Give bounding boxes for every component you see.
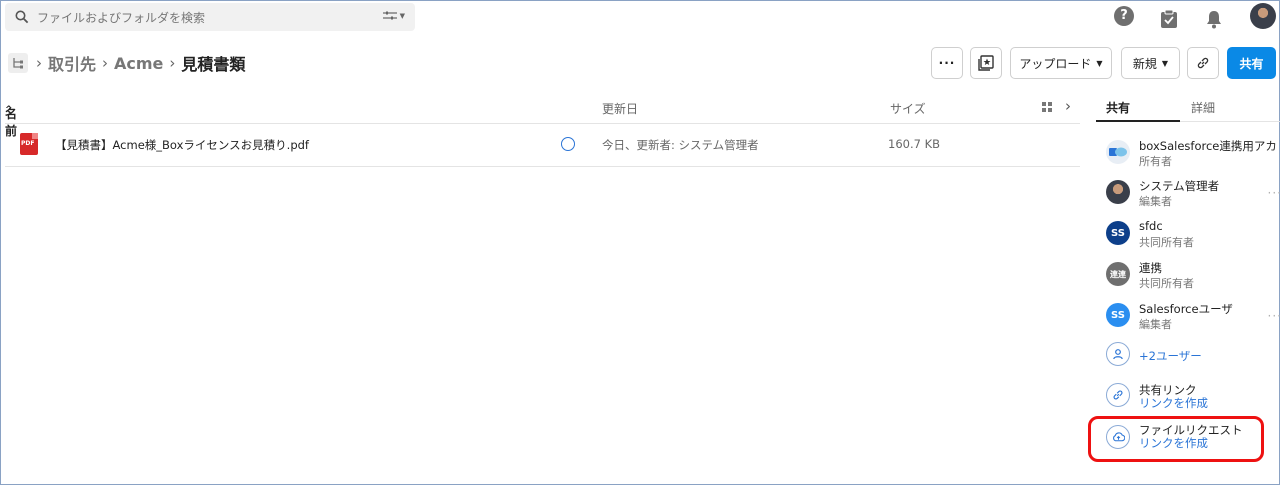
- column-header-size[interactable]: サイズ: [890, 100, 926, 117]
- collaborator-item[interactable]: SS sfdc 共同所有者: [1106, 215, 1276, 251]
- avatar: SS: [1106, 303, 1130, 327]
- user-avatar[interactable]: [1250, 3, 1276, 29]
- shared-link-icon[interactable]: [561, 137, 575, 151]
- upload-button[interactable]: アップロード ▼: [1010, 47, 1112, 79]
- tab-details[interactable]: 詳細: [1191, 99, 1215, 116]
- more-icon[interactable]: ···: [1268, 309, 1280, 323]
- collaborator-item[interactable]: SS Salesforceユーザ 編集者 ···: [1106, 297, 1280, 333]
- user-icon[interactable]: [1106, 342, 1130, 366]
- collection-button[interactable]: [970, 47, 1002, 79]
- copy-link-button[interactable]: [1187, 47, 1219, 79]
- pdf-icon: PDF: [20, 133, 38, 155]
- collaborator-role: 編集者: [1139, 195, 1172, 208]
- bell-icon[interactable]: [1205, 6, 1223, 32]
- avatar: SS: [1106, 221, 1130, 245]
- share-button[interactable]: 共有: [1227, 47, 1276, 79]
- more-users-link[interactable]: +2ユーザー: [1139, 348, 1202, 364]
- collaborator-role: 編集者: [1139, 318, 1172, 331]
- folder-tree-icon[interactable]: [8, 53, 28, 73]
- shared-link-create[interactable]: リンクを作成: [1139, 395, 1208, 411]
- chevron-right-icon: ›: [102, 54, 109, 72]
- collaborator-name: Salesforceユーザ: [1139, 302, 1233, 316]
- search-bar[interactable]: ファイルおよびフォルダを検索 ▼: [5, 3, 415, 31]
- clipboard-icon[interactable]: [1160, 6, 1178, 32]
- new-button[interactable]: 新規 ▼: [1121, 47, 1180, 79]
- collaborator-role: 共同所有者: [1139, 236, 1194, 249]
- search-filter-icon[interactable]: ▼: [382, 11, 405, 21]
- help-icon[interactable]: ?: [1114, 6, 1134, 26]
- collaborator-role: 所有者: [1139, 155, 1172, 168]
- highlight-box: [1088, 416, 1264, 462]
- chevron-right-icon: ›: [169, 54, 176, 72]
- tab-sharing[interactable]: 共有: [1106, 99, 1130, 116]
- upload-label: アップロード: [1019, 56, 1092, 71]
- column-header-updated[interactable]: 更新日: [602, 100, 638, 117]
- file-name[interactable]: 【見積書】Acme様_Boxライセンスお見積り.pdf: [55, 137, 309, 153]
- chevron-right-icon[interactable]: ›: [1065, 97, 1071, 115]
- caret-down-icon: ▼: [1096, 58, 1103, 68]
- new-label: 新規: [1132, 56, 1157, 71]
- box-app-avatar: [1106, 140, 1130, 164]
- avatar: [1106, 180, 1130, 204]
- breadcrumb-item[interactable]: 取引先: [48, 51, 96, 75]
- row-divider: [5, 166, 1080, 167]
- avatar: 連連: [1106, 262, 1130, 286]
- breadcrumb: › 取引先 › Acme › 見積書類: [8, 52, 245, 74]
- search-icon: [15, 10, 29, 24]
- chevron-right-icon: ›: [36, 54, 42, 72]
- collaborator-item[interactable]: boxSalesforce連携用アカ 所有者: [1106, 134, 1277, 170]
- collaborator-name: システム管理者: [1139, 179, 1220, 193]
- star-bookmark-icon: [978, 55, 994, 71]
- collaborator-name: 連携: [1139, 261, 1162, 275]
- collaborator-item[interactable]: システム管理者 編集者 ···: [1106, 174, 1280, 210]
- table-header: 名前 ^ 更新日 サイズ ›: [5, 97, 1071, 138]
- file-size: 160.7 KB: [888, 137, 941, 151]
- link-icon: [1197, 57, 1209, 69]
- breadcrumb-item[interactable]: Acme: [114, 54, 163, 73]
- search-input[interactable]: ファイルおよびフォルダを検索: [37, 9, 205, 26]
- header-divider: [5, 123, 1080, 124]
- collaborator-name: boxSalesforce連携用アカ: [1139, 139, 1277, 153]
- more-icon[interactable]: ···: [1268, 186, 1280, 200]
- file-updated: 今日、更新者: システム管理者: [602, 138, 759, 152]
- breadcrumb-current: 見積書類: [181, 55, 246, 74]
- grid-view-icon[interactable]: [1042, 102, 1052, 112]
- collaborator-role: 共同所有者: [1139, 277, 1194, 290]
- tab-active-indicator: [1096, 120, 1180, 122]
- table-row[interactable]: PDF 【見積書】Acme様_Boxライセンスお見積り.pdf 今日、更新者: …: [5, 125, 1080, 165]
- more-options-button[interactable]: ···: [931, 47, 963, 79]
- caret-down-icon: ▼: [1161, 58, 1169, 68]
- link-icon[interactable]: [1106, 383, 1130, 407]
- collaborator-name: sfdc: [1139, 219, 1163, 233]
- collaborator-item[interactable]: 連連 連携 共同所有者: [1106, 256, 1276, 292]
